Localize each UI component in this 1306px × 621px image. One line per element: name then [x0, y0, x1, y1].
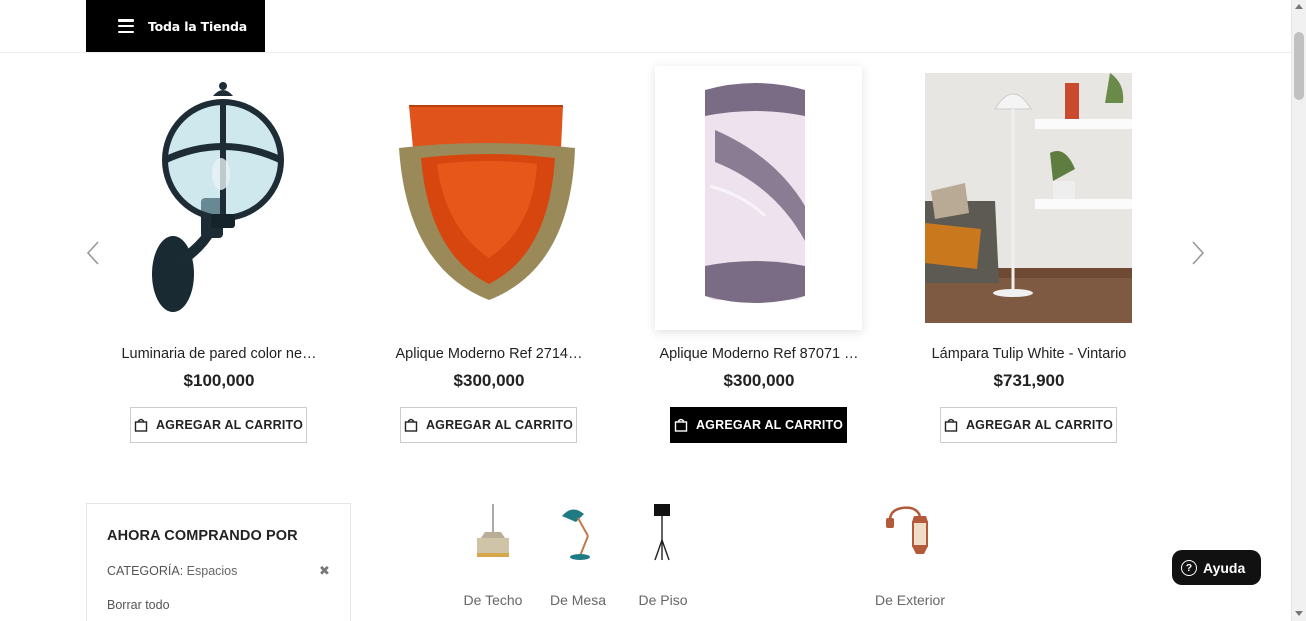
all-store-menu-button[interactable]: Toda la Tienda [86, 0, 265, 52]
all-store-label: Toda la Tienda [148, 18, 248, 34]
filter-value: Espacios [186, 564, 238, 578]
product-image-cylinder-sconce[interactable] [655, 66, 862, 330]
category-de-techo[interactable]: De Techo [463, 500, 523, 608]
filter-key: CATEGORÍA: [107, 564, 184, 578]
shopping-bag-icon [674, 418, 688, 432]
carousel-next-arrow-icon[interactable] [1190, 240, 1206, 266]
active-filter: CATEGORÍA: Espacios [107, 564, 237, 578]
product-name[interactable]: Lámpara Tulip White - Vintario [895, 346, 1163, 362]
help-button[interactable]: ? Ayuda [1172, 550, 1261, 585]
product-price: $300,000 [453, 371, 525, 390]
clear-all-link[interactable]: Borrar todo [107, 598, 170, 612]
category-label: De Exterior [874, 592, 946, 608]
product-price: $300,000 [723, 371, 795, 390]
product-name[interactable]: Luminaria de pared color ne… [85, 346, 353, 362]
desk-lamp-icon [548, 500, 608, 564]
product-card: Luminaria de pared color ne… $100,000 AG… [85, 66, 353, 446]
category-label: De Piso [638, 592, 688, 608]
add-to-cart-label: AGREGAR AL CARRITO [155, 418, 304, 432]
shopping-bag-icon [944, 418, 958, 432]
active-filters-panel: AHORA COMPRANDO POR CATEGORÍA: Espacios … [86, 503, 351, 621]
add-to-cart-button[interactable]: AGREGAR AL CARRITO [940, 407, 1117, 443]
top-bar: Toda la Tienda [0, 0, 1291, 53]
add-to-cart-button[interactable]: AGREGAR AL CARRITO [400, 407, 577, 443]
product-card: Lámpara Tulip White - Vintario $731,900 … [895, 66, 1163, 446]
product-price: $100,000 [183, 371, 255, 390]
category-label: De Mesa [549, 592, 607, 608]
product-image-wall-lantern[interactable] [115, 66, 322, 330]
product-price: $731,900 [993, 371, 1065, 390]
shopping-bag-icon [404, 418, 418, 432]
outdoor-lantern-icon [880, 500, 940, 564]
floor-lamp-icon [633, 500, 693, 564]
pendant-lamp-icon [463, 500, 523, 564]
filters-title: AHORA COMPRANDO POR [107, 528, 298, 544]
page-scrollbar[interactable] [1291, 0, 1306, 621]
shopping-bag-icon [134, 418, 148, 432]
hamburger-icon [118, 19, 134, 33]
category-de-mesa[interactable]: De Mesa [548, 500, 608, 608]
remove-filter-icon[interactable]: ✖ [319, 563, 330, 579]
category-de-exterior[interactable]: De Exterior [870, 500, 950, 608]
product-name[interactable]: Aplique Moderno Ref 2714… [355, 346, 623, 362]
help-label: Ayuda [1203, 559, 1246, 576]
add-to-cart-button[interactable]: AGREGAR AL CARRITO [130, 407, 307, 443]
product-image-orange-sconce[interactable] [385, 66, 592, 330]
scroll-down-arrow-icon[interactable] [1295, 611, 1303, 616]
product-name[interactable]: Aplique Moderno Ref 87071 … [625, 346, 893, 362]
scrollbar-thumb[interactable] [1294, 32, 1304, 100]
product-image-tulip-floor-lamp[interactable] [925, 66, 1132, 330]
category-label: De Techo [463, 592, 523, 608]
scroll-up-arrow-icon[interactable] [1295, 4, 1303, 9]
page: Toda la Tienda Luminaria de pared color … [0, 0, 1306, 621]
help-question-icon: ? [1181, 559, 1197, 576]
add-to-cart-label: AGREGAR AL CARRITO [425, 418, 574, 432]
add-to-cart-label: AGREGAR AL CARRITO [965, 418, 1114, 432]
add-to-cart-button[interactable]: AGREGAR AL CARRITO [670, 407, 847, 443]
product-card: Aplique Moderno Ref 2714… $300,000 AGREG… [355, 66, 623, 446]
add-to-cart-label: AGREGAR AL CARRITO [695, 418, 844, 432]
product-card: Aplique Moderno Ref 87071 … $300,000 AGR… [625, 66, 893, 446]
category-de-piso[interactable]: De Piso [633, 500, 693, 608]
